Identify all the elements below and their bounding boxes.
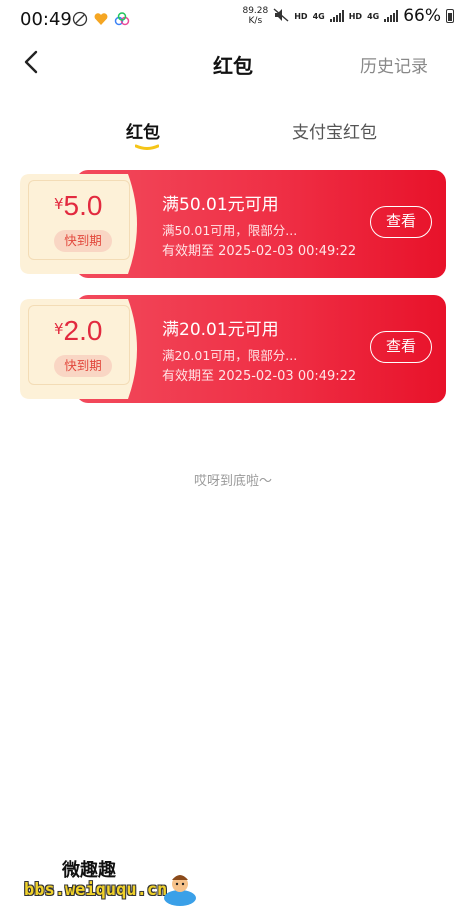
- watermark: 微趣趣 bbs.weiququ.cn: [22, 856, 202, 912]
- expiring-badge: 快到期: [54, 355, 112, 377]
- coupon-description: 满50.01可用，限部分...: [162, 223, 298, 238]
- nav-bar: 红包 历史记录: [0, 40, 466, 88]
- net-speed-value: 89.28: [242, 6, 269, 16]
- status-app-icons: [72, 11, 130, 27]
- status-bar: 00:49 89.28 K/s HD 4G HD 4G 66%: [0, 0, 466, 40]
- hd-label-2: HD: [348, 11, 363, 21]
- coupon-card[interactable]: ¥5.0 快到期 满50.01元可用 满50.01可用，限部分... 有效期至 …: [20, 170, 446, 278]
- notification-no-icon: [72, 11, 88, 27]
- chevron-left-icon: [24, 50, 38, 74]
- tab-bar: 红包 支付宝红包: [0, 110, 466, 160]
- tab-red-packet[interactable]: 红包: [126, 118, 160, 143]
- coupon-amount: ¥2.0: [54, 315, 102, 347]
- signal-icon: [329, 7, 344, 26]
- coupon-title: 满20.01元可用: [162, 320, 279, 340]
- signal-icon: [384, 7, 399, 26]
- coupon-card[interactable]: ¥2.0 快到期 满20.01元可用 满20.01可用，限部分... 有效期至 …: [20, 295, 446, 403]
- back-button[interactable]: [18, 48, 48, 78]
- coupon-validity: 有效期至 2025-02-03 00:49:22: [162, 244, 357, 259]
- amount-value: 5.0: [63, 190, 103, 221]
- status-right: 89.28 K/s HD 4G HD 4G 66%: [242, 6, 454, 26]
- coupon-title: 满50.01元可用: [162, 195, 279, 215]
- battery-icon: [446, 9, 454, 23]
- watermark-url: bbs.weiququ.cn: [24, 880, 168, 900]
- net-type-2: 4G: [367, 11, 380, 21]
- currency-symbol: ¥: [54, 195, 64, 213]
- coupon-description: 满20.01可用，限部分...: [162, 348, 298, 363]
- status-time: 00:49: [20, 9, 72, 30]
- coupon-validity: 有效期至 2025-02-03 00:49:22: [162, 369, 357, 384]
- end-of-list-text: 哎呀到底啦～: [193, 474, 272, 489]
- tab-alipay-red-packet[interactable]: 支付宝红包: [292, 118, 377, 143]
- watermark-title: 微趣趣: [62, 860, 116, 881]
- view-button[interactable]: 查看: [370, 331, 432, 363]
- history-button[interactable]: 历史记录: [360, 52, 428, 77]
- currency-symbol: ¥: [54, 320, 64, 338]
- hd-label-1: HD: [294, 11, 308, 21]
- net-type-1: 4G: [312, 11, 325, 21]
- cloud-app-icon: [114, 11, 130, 27]
- tab-active-indicator: [135, 144, 159, 150]
- amount-value: 2.0: [63, 315, 103, 346]
- net-speed-unit: K/s: [248, 16, 263, 26]
- expiring-badge: 快到期: [54, 230, 112, 252]
- mascot-icon: [164, 875, 196, 906]
- net-speed: 89.28 K/s: [242, 6, 268, 26]
- coupon-amount: ¥5.0: [54, 190, 102, 222]
- heart-app-icon: [93, 11, 109, 27]
- battery-percent: 66%: [403, 6, 441, 26]
- mute-icon: [273, 7, 289, 26]
- view-button[interactable]: 查看: [370, 206, 432, 238]
